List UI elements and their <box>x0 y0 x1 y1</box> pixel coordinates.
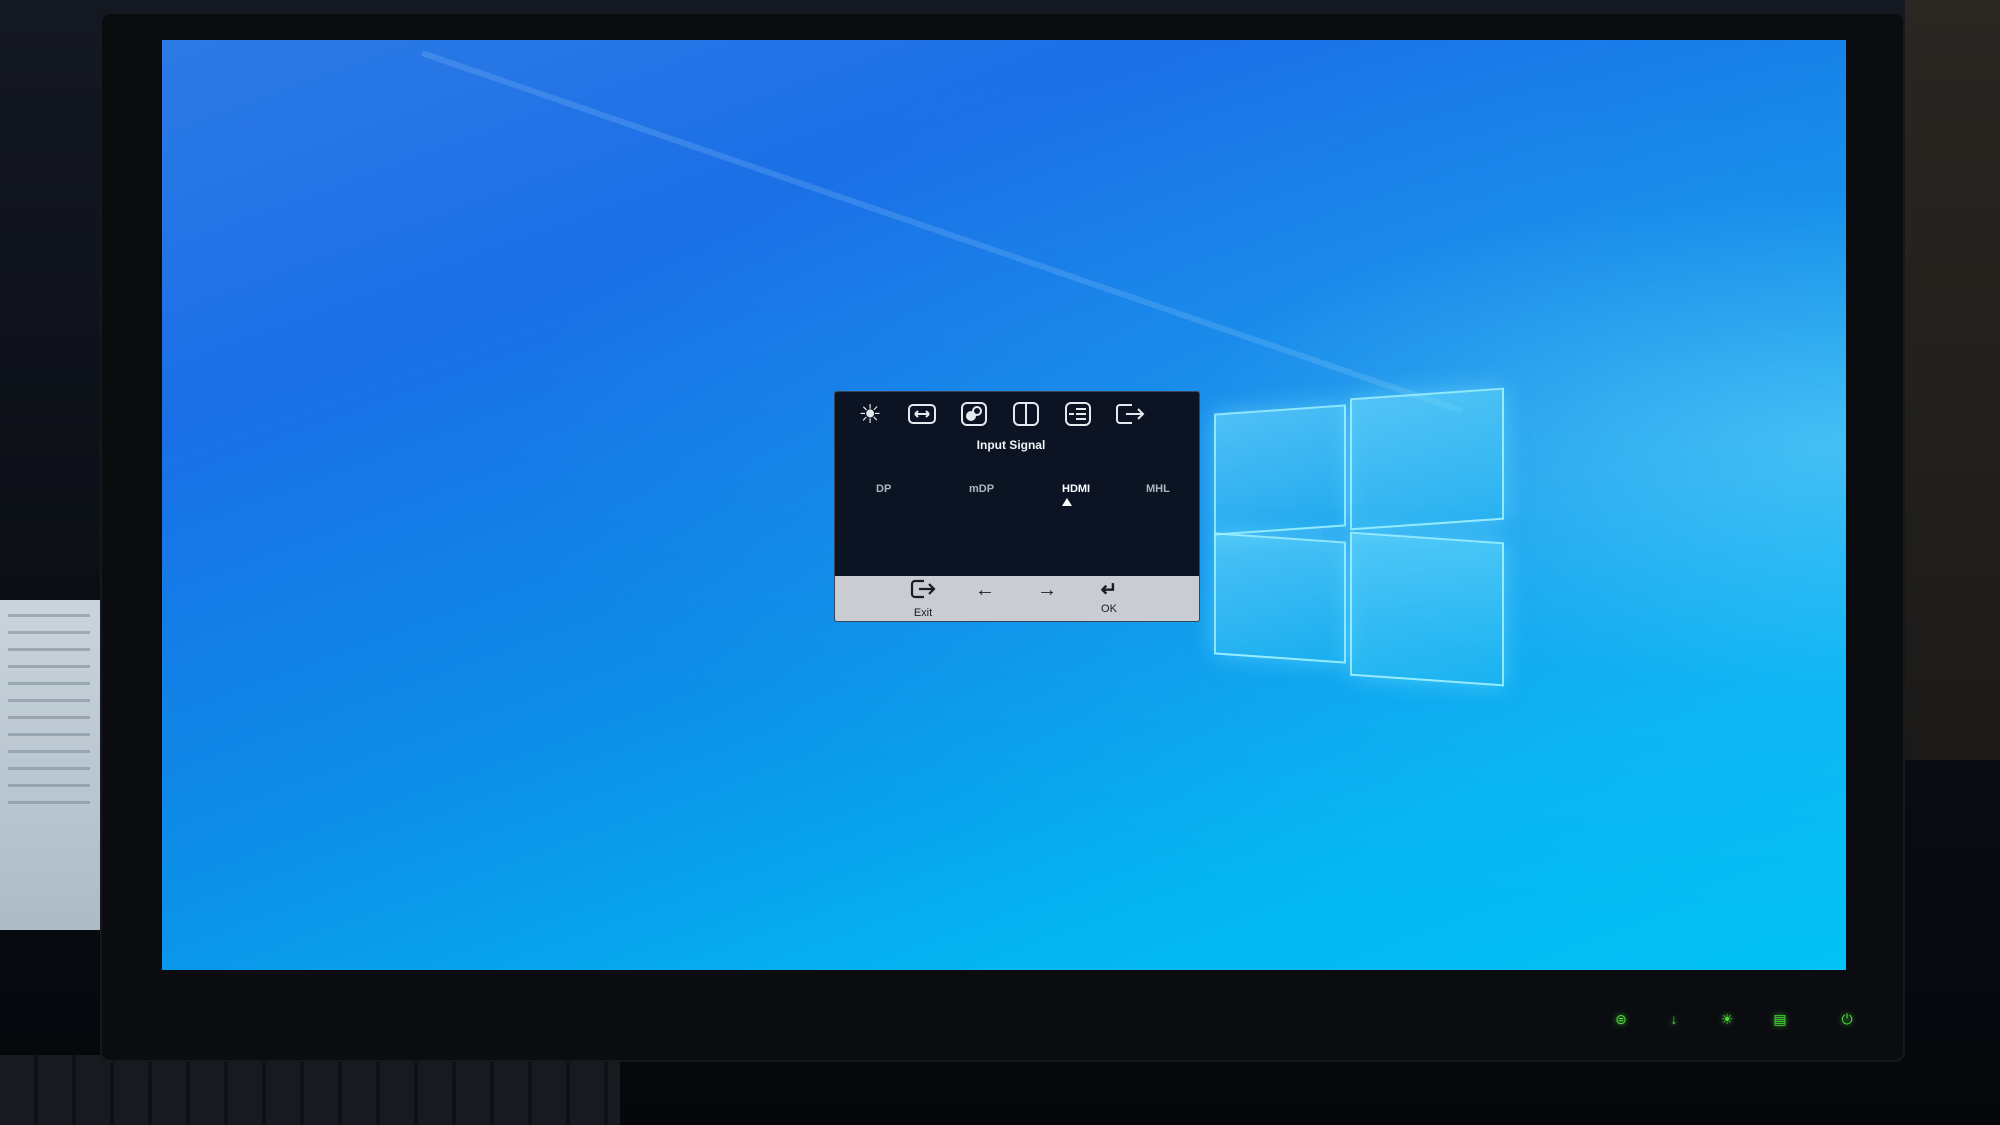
ok-button[interactable]: ↵ OK <box>1079 578 1139 620</box>
image-setup-icon[interactable] <box>905 398 939 430</box>
arrow-left-icon: ← <box>975 579 995 601</box>
brightness-button[interactable]: ☀ <box>1718 1010 1736 1028</box>
windows-logo-pane <box>1214 532 1346 664</box>
exit-label: Exit <box>913 607 933 619</box>
input-option-mdp[interactable]: mDP <box>969 483 994 495</box>
menu-options-icon[interactable] <box>1061 398 1095 430</box>
down-button[interactable]: ↓ <box>1665 1010 1683 1028</box>
osd-footer: Exit ← → ↵ OK <box>835 576 1199 621</box>
input-option-mhl[interactable]: MHL <box>1146 483 1170 495</box>
color-icon[interactable] <box>957 398 991 430</box>
split-screen-icon[interactable] <box>1009 398 1043 430</box>
windows-logo-pane <box>1214 404 1346 536</box>
left-button[interactable]: ← <box>955 578 1015 620</box>
windows-logo-pane <box>1350 531 1504 687</box>
menu-button[interactable]: ▤ <box>1771 1010 1789 1028</box>
enter-icon: ↵ <box>1100 579 1118 601</box>
exit-icon[interactable] <box>1113 398 1147 430</box>
ok-label: OK <box>1101 603 1117 615</box>
background-wall <box>1905 0 2000 760</box>
exit-footer-icon <box>893 578 953 606</box>
osd-tab-bar: ☀ <box>853 398 1183 430</box>
monitor-osd-menu: ☀ Input Signal DP mDP HDMI MHL Exit ← → … <box>834 391 1200 622</box>
side-monitor <box>0 600 103 930</box>
selection-caret-icon <box>1062 498 1072 506</box>
input-option-dp[interactable]: DP <box>876 483 891 495</box>
right-button[interactable]: → <box>1017 578 1077 620</box>
input-source-button[interactable]: ⊜ <box>1612 1010 1630 1028</box>
keyboard <box>0 1055 620 1125</box>
arrow-right-icon: → <box>1037 579 1057 601</box>
brightness-icon[interactable]: ☀ <box>853 398 887 430</box>
osd-title: Input Signal <box>976 438 1046 452</box>
power-button[interactable]: ⏻ <box>1838 1010 1856 1028</box>
input-option-hdmi[interactable]: HDMI <box>1062 483 1090 495</box>
exit-button[interactable]: Exit <box>893 578 953 620</box>
windows-logo-pane <box>1350 387 1504 531</box>
